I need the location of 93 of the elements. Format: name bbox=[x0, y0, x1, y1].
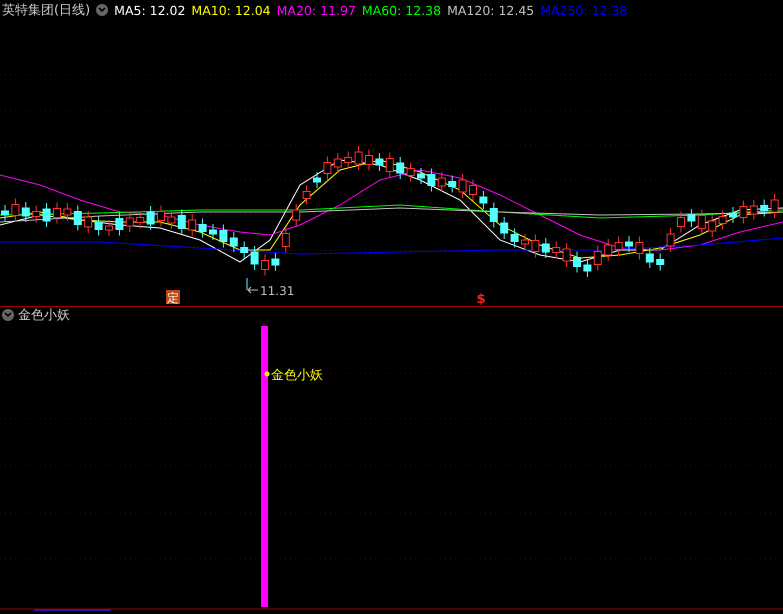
signal-marker: $ bbox=[476, 292, 486, 306]
candlestick bbox=[42, 202, 51, 228]
candlestick bbox=[594, 245, 602, 271]
candlestick bbox=[63, 202, 72, 222]
candlestick bbox=[1, 204, 9, 222]
candlestick bbox=[396, 156, 404, 180]
candlestick bbox=[646, 248, 654, 268]
candlestick bbox=[126, 212, 134, 232]
candlestick bbox=[105, 220, 113, 236]
candlestick bbox=[552, 241, 560, 259]
candlestick bbox=[261, 254, 269, 276]
candlestick bbox=[84, 210, 92, 234]
moving-average-label: MA250: 12.38 bbox=[540, 2, 628, 18]
candlestick bbox=[188, 214, 196, 236]
candlestick bbox=[698, 209, 706, 235]
candlestick bbox=[448, 175, 456, 193]
candlestick bbox=[32, 205, 40, 223]
moving-average-label: MA10: 12.04 bbox=[191, 2, 271, 18]
candlestick bbox=[542, 238, 550, 258]
dropdown-button[interactable] bbox=[2, 309, 14, 321]
candlestick bbox=[386, 152, 394, 178]
candlestick bbox=[406, 162, 415, 182]
indicator-title: 金色小妖 bbox=[18, 307, 70, 324]
candlestick bbox=[510, 228, 519, 248]
candlestick bbox=[469, 179, 477, 201]
event-badge: 定 bbox=[166, 290, 180, 305]
moving-average-label: MA120: 12.45 bbox=[447, 2, 534, 18]
candlestick bbox=[209, 224, 217, 240]
moving-average-label: MA20: 11.97 bbox=[276, 2, 356, 18]
candlestick bbox=[458, 174, 467, 198]
candlestick bbox=[500, 216, 508, 240]
candlestick bbox=[417, 168, 425, 184]
low-price-pointer-icon bbox=[246, 278, 258, 294]
moving-average-label: MA60: 12.38 bbox=[362, 2, 442, 18]
candlestick bbox=[250, 246, 259, 270]
candlestick bbox=[562, 242, 571, 268]
candlestick bbox=[323, 156, 332, 180]
candlestick bbox=[344, 151, 352, 169]
candlestick bbox=[760, 199, 768, 217]
candlestick bbox=[302, 185, 311, 205]
candlestick bbox=[375, 152, 384, 172]
candlestick bbox=[230, 232, 238, 252]
candlestick bbox=[178, 209, 186, 235]
candlestick bbox=[292, 204, 300, 226]
stock-title: 英特集团(日线) bbox=[2, 2, 90, 19]
candlestick bbox=[74, 205, 82, 231]
candlestick bbox=[115, 212, 124, 236]
candlestick bbox=[614, 236, 623, 256]
candlestick bbox=[282, 227, 290, 253]
candlestick bbox=[573, 251, 581, 273]
candlestick bbox=[583, 258, 592, 278]
candlestick bbox=[22, 202, 30, 222]
candlestick bbox=[687, 208, 696, 228]
candlestick bbox=[770, 194, 779, 218]
candlestick bbox=[708, 214, 716, 238]
candlestick bbox=[136, 211, 144, 229]
signal-label: 金色小妖 bbox=[271, 368, 323, 383]
candlestick bbox=[490, 202, 498, 228]
candlestick bbox=[729, 206, 737, 224]
candlestick bbox=[11, 198, 20, 222]
candlestick bbox=[521, 234, 529, 250]
candlestick bbox=[438, 172, 446, 192]
candlestick bbox=[750, 200, 758, 220]
signal-dot-icon bbox=[264, 372, 270, 376]
candlestick bbox=[313, 172, 321, 188]
candlestick bbox=[53, 202, 61, 224]
candlestick bbox=[656, 253, 664, 271]
dropdown-button[interactable] bbox=[96, 4, 108, 16]
candlestick bbox=[427, 168, 436, 192]
candlestick bbox=[479, 190, 488, 210]
candlestick bbox=[531, 234, 540, 258]
candlestick bbox=[157, 205, 165, 227]
candlestick bbox=[635, 236, 644, 260]
candlestick bbox=[739, 200, 748, 224]
candlestick bbox=[271, 252, 280, 272]
candlestick bbox=[94, 216, 103, 236]
low-price-label: 11.31 bbox=[260, 284, 294, 298]
candlestick bbox=[334, 152, 342, 174]
candlestick bbox=[365, 149, 373, 171]
candlestick bbox=[354, 146, 363, 170]
chevron-down-icon bbox=[98, 7, 106, 13]
candlestick bbox=[718, 210, 727, 230]
candlestick bbox=[604, 238, 612, 262]
moving-average-label: MA5: 12.02 bbox=[114, 2, 186, 18]
candlestick bbox=[198, 218, 207, 238]
candlestick bbox=[240, 241, 248, 259]
candlestick bbox=[146, 206, 155, 230]
candlestick bbox=[219, 224, 228, 248]
chevron-down-icon bbox=[4, 312, 12, 318]
candlestick bbox=[625, 236, 633, 252]
candlestick bbox=[167, 210, 176, 230]
candlestick bbox=[666, 228, 675, 252]
candlestick bbox=[677, 211, 685, 233]
